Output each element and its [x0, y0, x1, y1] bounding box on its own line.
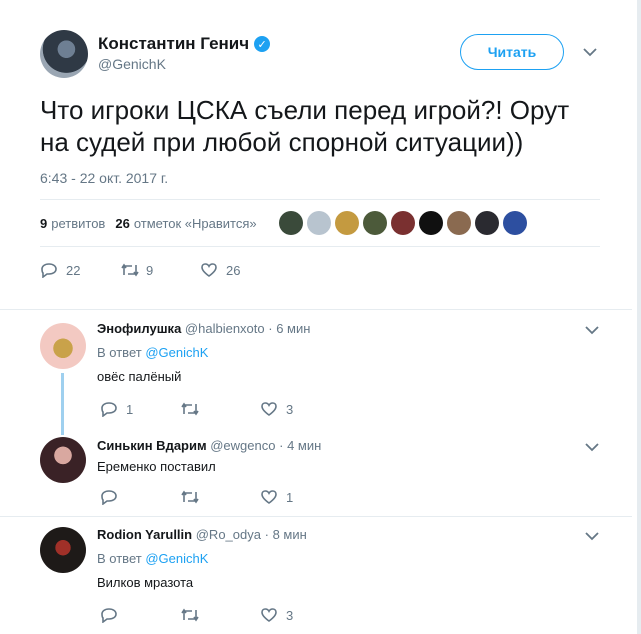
avatar[interactable]	[40, 527, 86, 573]
liker-avatar[interactable]	[334, 211, 359, 235]
mention-link[interactable]: @GenichK	[145, 551, 208, 566]
chevron-down-icon[interactable]	[585, 443, 601, 455]
retweet-button[interactable]	[180, 607, 260, 623]
author-handle[interactable]: @Ro_odya	[196, 527, 261, 542]
reply-tweet[interactable]: Синькин Вдарим @ewgenco · 4 мин Еременко…	[0, 433, 632, 515]
liker-avatar[interactable]	[306, 211, 331, 235]
main-tweet: Константин Генич ✓ @GenichK Читать Что и…	[0, 0, 632, 310]
reply-text: Вилков мразота	[97, 575, 194, 590]
mention-link[interactable]: @GenichK	[145, 345, 208, 360]
liker-avatar[interactable]	[502, 211, 527, 235]
liker-avatar[interactable]	[362, 211, 387, 235]
thread-line	[61, 373, 64, 435]
retweet-button[interactable]	[180, 401, 260, 417]
verified-icon: ✓	[254, 36, 271, 52]
like-button[interactable]: 3	[260, 401, 340, 417]
reply-time[interactable]: 6 мин	[276, 321, 310, 336]
author-name[interactable]: Синькин Вдарим	[97, 438, 207, 453]
avatar[interactable]	[40, 437, 86, 483]
follow-button[interactable]: Читать	[460, 34, 564, 70]
reply-button[interactable]	[100, 489, 180, 506]
tweet-text: Что игроки ЦСКА съели перед игрой?! Орут…	[40, 95, 570, 157]
like-count: 3	[286, 401, 294, 417]
reply-tweet[interactable]: Rodion Yarullin @Ro_odya · 8 мин В ответ…	[0, 517, 632, 634]
reply-header: Rodion Yarullin @Ro_odya · 8 мин	[97, 527, 307, 542]
in-reply-to: В ответ @GenichK	[97, 551, 209, 566]
tweet-stats: 9 ретвитов 26 отметок «Нравится»	[40, 199, 600, 247]
author-name[interactable]: Rodion Yarullin	[97, 527, 192, 542]
chevron-down-icon[interactable]	[583, 48, 599, 60]
reply-icon	[100, 607, 118, 624]
reply-tweet[interactable]: Энофилушка @halbienxoto · 6 мин В ответ …	[0, 311, 632, 435]
liker-avatar[interactable]	[418, 211, 443, 235]
reply-actions: 1 3	[100, 401, 340, 418]
retweet-button[interactable]: 9	[120, 262, 200, 278]
separator: ·	[268, 321, 273, 336]
retweet-count: 9	[146, 262, 154, 278]
reply-header: Энофилушка @halbienxoto · 6 мин	[97, 321, 310, 336]
author-name[interactable]: Энофилушка	[97, 321, 181, 336]
reply-text: Еременко поставил	[97, 459, 216, 474]
reply-count: 22	[66, 262, 81, 278]
reply-icon	[100, 489, 118, 506]
tweet-actions: 22 9 26	[40, 262, 280, 279]
like-button[interactable]: 26	[200, 262, 280, 278]
liker-avatar[interactable]	[446, 211, 471, 235]
liker-avatar[interactable]	[278, 211, 303, 235]
reply-text: овёс палёный	[97, 369, 182, 384]
reply-button[interactable]: 22	[40, 262, 120, 279]
author-handle[interactable]: @halbienxoto	[185, 321, 265, 336]
author-handle[interactable]: @ewgenco	[210, 438, 275, 453]
avatar[interactable]	[40, 30, 88, 78]
chevron-down-icon[interactable]	[585, 532, 601, 544]
like-count: 26	[226, 262, 241, 278]
retweet-icon	[180, 489, 199, 505]
author-name[interactable]: Константин Генич	[98, 34, 249, 54]
like-stat[interactable]: 26 отметок «Нравится»	[115, 216, 256, 231]
like-count: 3	[286, 607, 294, 623]
like-count: 1	[286, 489, 294, 505]
scrollbar[interactable]	[637, 0, 641, 634]
heart-icon	[200, 262, 218, 278]
like-button[interactable]: 1	[260, 489, 340, 505]
reply-button[interactable]: 1	[100, 401, 180, 418]
reply-icon	[100, 401, 118, 418]
heart-icon	[260, 607, 278, 623]
reply-time[interactable]: 8 мин	[273, 527, 307, 542]
heart-icon	[260, 401, 278, 417]
reply-icon	[40, 262, 58, 279]
liker-avatar[interactable]	[474, 211, 499, 235]
tweet-timestamp[interactable]: 6:43 - 22 окт. 2017 г.	[40, 170, 168, 186]
retweet-button[interactable]	[180, 489, 260, 505]
heart-icon	[260, 489, 278, 505]
reply-count: 1	[126, 401, 134, 417]
reply-header: Синькин Вдарим @ewgenco · 4 мин	[97, 438, 321, 453]
reply-actions: 3	[100, 607, 340, 624]
like-button[interactable]: 3	[260, 607, 340, 623]
author-row: Константин Генич ✓	[98, 34, 271, 54]
retweet-icon	[180, 607, 199, 623]
chevron-down-icon[interactable]	[585, 326, 601, 338]
in-reply-to: В ответ @GenichK	[97, 345, 209, 360]
liker-avatar[interactable]	[390, 211, 415, 235]
reply-time[interactable]: 4 мин	[287, 438, 321, 453]
retweet-stat[interactable]: 9 ретвитов	[40, 216, 105, 231]
separator: ·	[279, 438, 284, 453]
author-handle[interactable]: @GenichK	[98, 56, 166, 72]
retweet-icon	[180, 401, 199, 417]
avatar[interactable]	[40, 323, 86, 369]
retweet-icon	[120, 262, 139, 278]
separator: ·	[264, 527, 269, 542]
reply-actions: 1	[100, 489, 340, 506]
liker-avatars	[278, 211, 531, 235]
reply-button[interactable]	[100, 607, 180, 624]
